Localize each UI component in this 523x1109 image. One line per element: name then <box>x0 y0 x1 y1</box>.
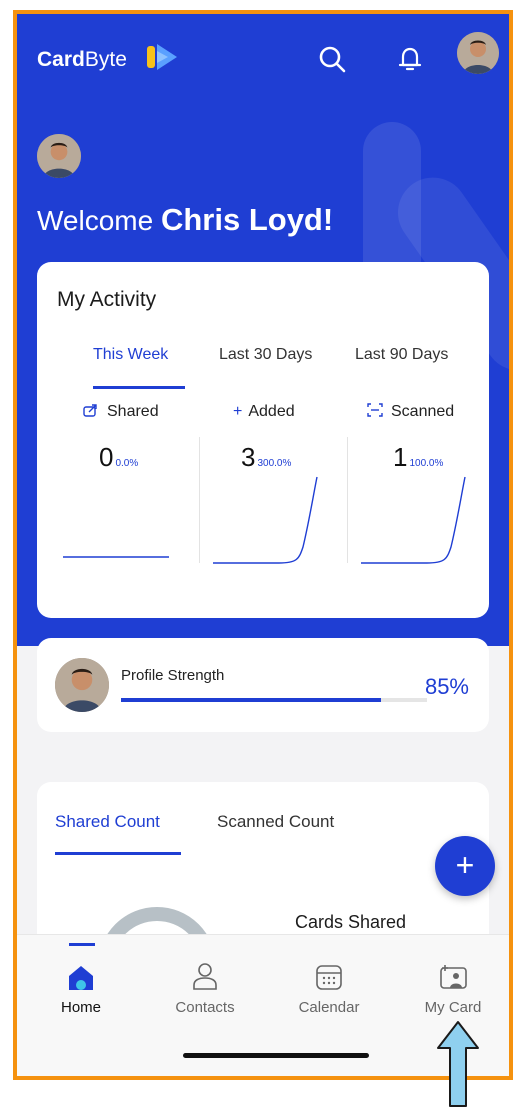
profile-strength-percent: 85% <box>424 674 469 699</box>
logo-mark-icon <box>147 44 177 70</box>
welcome-avatar <box>37 134 81 178</box>
search-icon[interactable] <box>317 44 347 74</box>
calendar-icon <box>316 965 342 990</box>
brand-name-bold: Card <box>37 48 85 71</box>
tab-shared-count[interactable]: Shared Count <box>55 812 160 832</box>
share-icon <box>83 404 97 417</box>
nav-label-home: Home <box>60 999 101 1016</box>
metric-shared-label: Shared <box>107 403 159 420</box>
metric-shared: Shared <box>83 403 159 421</box>
brand-logo[interactable]: CardByte <box>37 48 127 72</box>
tab-last-30-days[interactable]: Last 30 Days <box>219 346 312 364</box>
nav-item-my-card[interactable]: My Card <box>403 959 503 1016</box>
brand-name-light: Byte <box>84 48 127 71</box>
user-name: Chris Loyd! <box>160 202 334 237</box>
arrow-up-icon <box>437 1021 479 1107</box>
avatar-icon <box>37 134 81 178</box>
profile-strength-label: Profile Strength <box>121 667 225 684</box>
metric-added: + Added <box>233 403 295 421</box>
nav-label-contacts: Contacts <box>175 999 235 1016</box>
tab-scanned-count[interactable]: Scanned Count <box>217 812 334 832</box>
add-fab-button[interactable]: + <box>435 836 495 896</box>
profile-avatar[interactable] <box>457 32 499 74</box>
cards-shared-label: Cards Shared <box>295 912 407 932</box>
home-icon <box>69 966 93 990</box>
welcome-heading: Welcome Chris Loyd! <box>37 202 333 238</box>
nav-item-contacts[interactable]: Contacts <box>155 959 255 1016</box>
welcome-prefix: Welcome <box>37 205 161 236</box>
hero-header: CardByte Welcome Chris Loyd! My Activity… <box>17 14 509 646</box>
app-frame: CardByte Welcome Chris Loyd! My Activity… <box>13 10 513 1080</box>
nav-item-calendar[interactable]: Calendar <box>279 959 379 1016</box>
metric-scanned-label: Scanned <box>391 403 455 420</box>
metric-scanned: Scanned <box>367 403 454 421</box>
nav-label-my-card: My Card <box>424 999 482 1016</box>
avatar-icon <box>457 32 499 74</box>
my-card-icon <box>440 965 467 989</box>
tab-this-week[interactable]: This Week <box>93 346 168 364</box>
avatar-icon <box>55 658 109 712</box>
profile-strength-bar <box>121 698 427 702</box>
metric-divider <box>199 437 200 563</box>
count-tab-indicator <box>55 852 181 855</box>
contacts-icon <box>193 963 217 990</box>
strength-avatar <box>55 658 109 712</box>
profile-strength-fill <box>121 698 382 702</box>
tab-last-90-days[interactable]: Last 90 Days <box>355 346 448 364</box>
tab-active-indicator <box>93 386 185 389</box>
nav-active-indicator <box>69 943 95 946</box>
plus-icon: + <box>233 403 243 420</box>
profile-strength-card[interactable]: Profile Strength 85% <box>37 638 489 732</box>
activity-card: My Activity This Week Last 30 Days Last … <box>37 262 489 618</box>
home-indicator-bar <box>183 1053 369 1058</box>
sparkline-added <box>213 476 318 564</box>
metric-divider <box>347 437 348 563</box>
metric-added-label: Added <box>248 403 295 420</box>
activity-title: My Activity <box>57 288 157 311</box>
scan-icon <box>367 403 383 417</box>
nav-label-calendar: Calendar <box>298 999 360 1016</box>
sparkline-scanned <box>361 476 466 564</box>
sparkline-shared <box>63 556 169 558</box>
top-bar: CardByte <box>17 14 509 94</box>
nav-item-home[interactable]: Home <box>31 959 131 1016</box>
bell-icon[interactable] <box>395 44 425 74</box>
